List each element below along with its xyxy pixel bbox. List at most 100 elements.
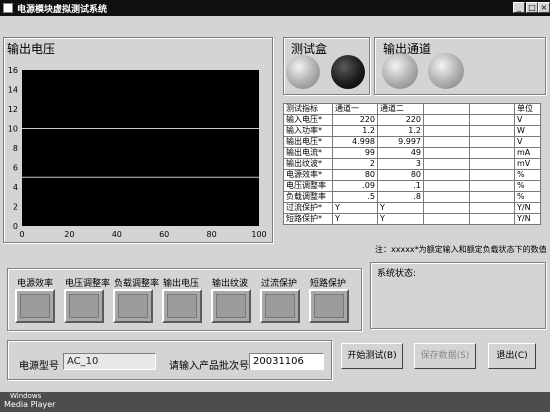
- table-cell: [469, 158, 515, 170]
- table-cell: Y: [332, 202, 378, 214]
- table-row: 输出电流* 99 49 mA: [283, 147, 541, 159]
- table-cell: Y/N: [514, 202, 541, 214]
- output-channel-led-1: [382, 53, 418, 89]
- table-cell: 电源效率*: [283, 169, 333, 181]
- status-indicator-efficiency: [15, 289, 55, 323]
- table-cell: mA: [514, 147, 541, 159]
- start-test-button[interactable]: 开始测试(B): [341, 343, 403, 369]
- table-cell: [423, 180, 470, 192]
- batch-label: 请输入产品批次号: [169, 361, 249, 372]
- table-cell: 220: [377, 114, 424, 126]
- table-cell: V: [514, 114, 541, 126]
- app-window: 电源模块虚拟测试系统 _ □ × 输出电压 0 2 4 6 8 10 12 14 16 0 20 40…: [0, 0, 550, 392]
- table-cell: [469, 202, 515, 214]
- x-tick-label: 80: [207, 230, 217, 239]
- table-row: 过流保护* Y Y Y/N: [283, 202, 541, 214]
- header-col-4: [423, 103, 470, 115]
- table-cell: %: [514, 180, 541, 192]
- table-row: 输入电压* 220 220 V: [283, 114, 541, 126]
- table-cell: 1.2: [377, 125, 424, 137]
- table-cell: 99: [332, 147, 378, 159]
- table-header-row: 测试指标 通道一 通道二 单位: [283, 103, 541, 115]
- table-row: 电压调整率 .09.1%: [283, 180, 541, 192]
- y-tick-label: 4: [13, 183, 18, 192]
- y-tick-label: 2: [13, 203, 18, 212]
- table-cell: [469, 114, 515, 126]
- exit-button[interactable]: 退出(C): [488, 343, 536, 369]
- status-indicator-load-regulation: [113, 289, 153, 323]
- header-channel-2: 通道二: [377, 103, 424, 115]
- table-cell: [423, 158, 470, 170]
- table-cell: [469, 191, 515, 203]
- status-indicator-overcurrent: [260, 289, 300, 323]
- window-title: 电源模块虚拟测试系统: [17, 5, 108, 15]
- test-box-led-2: [331, 55, 365, 89]
- x-tick-label: 20: [64, 230, 74, 239]
- table-cell: .8: [377, 191, 424, 203]
- table-cell: [423, 213, 470, 225]
- table-row: 输入功率* 1.2 1.2 W: [283, 125, 541, 137]
- close-button[interactable]: ×: [538, 2, 550, 13]
- output-voltage-title: 输出电压: [7, 42, 56, 56]
- table-cell: 2: [332, 158, 378, 170]
- table-cell: [423, 169, 470, 181]
- status-indicator-short-circuit: [309, 289, 349, 323]
- y-tick-label: 16: [8, 66, 18, 75]
- table-cell: [423, 114, 470, 126]
- taskbar-line-2[interactable]: Media Player: [4, 400, 55, 410]
- table-cell: [423, 147, 470, 159]
- table-cell: 4.998: [332, 136, 378, 148]
- y-tick-label: 0: [13, 222, 18, 231]
- status-label-overcurrent: 过流保护: [261, 279, 298, 289]
- table-row: 短路保护* Y Y Y/N: [283, 213, 541, 225]
- table-cell: [469, 180, 515, 192]
- note-text: 注：xxxxx*为额定输入和额定负载状态下的数值: [375, 245, 547, 254]
- maximize-button[interactable]: □: [526, 2, 538, 13]
- table-cell: V: [514, 136, 541, 148]
- table-cell: [469, 147, 515, 159]
- table-cell: 过流保护*: [283, 202, 333, 214]
- table-cell: [423, 136, 470, 148]
- table-cell: [469, 125, 515, 137]
- output-voltage-chart: 0 2 4 6 8 10 12 14 16 0 20 40 60 80 100: [8, 66, 267, 239]
- test-box-led-1: [286, 55, 320, 89]
- table-cell: Y: [377, 213, 424, 225]
- status-label-short-circuit: 短路保护: [310, 279, 347, 289]
- table-cell: 输出纹波*: [283, 158, 333, 170]
- table-cell: Y: [377, 202, 424, 214]
- plot-area: [22, 70, 259, 226]
- header-channel-1: 通道一: [332, 103, 378, 115]
- table-cell: 输入电压*: [283, 114, 333, 126]
- status-label-load-regulation: 负载调整率: [114, 279, 160, 289]
- y-tick-label: 14: [8, 86, 18, 95]
- app-icon: [3, 3, 13, 13]
- table-cell: %: [514, 191, 541, 203]
- x-tick-label: 60: [159, 230, 169, 239]
- save-data-button[interactable]: 保存数据(S): [414, 343, 476, 369]
- table-cell: Y: [332, 213, 378, 225]
- table-row: 电源效率* 80 80%: [283, 169, 541, 181]
- x-tick-label: 100: [251, 230, 266, 239]
- test-box-title: 测试盒: [291, 42, 328, 56]
- table-cell: 输出电流*: [283, 147, 333, 159]
- table-cell: 80: [332, 169, 378, 181]
- table-row: 负载调整率 .5.8%: [283, 191, 541, 203]
- table-cell: [469, 213, 515, 225]
- table-row: 输出电压* 4.998 9.997 V: [283, 136, 541, 148]
- table-cell: 9.997: [377, 136, 424, 148]
- header-indicator: 测试指标: [283, 103, 333, 115]
- status-indicator-output-ripple: [211, 289, 251, 323]
- y-tick-label: 12: [8, 105, 18, 114]
- status-label-output-ripple: 输出纹波: [212, 279, 249, 289]
- table-cell: [469, 169, 515, 181]
- table-cell: [423, 202, 470, 214]
- table-row: 输出纹波* 2 3 mV: [283, 158, 541, 170]
- table-cell: 220: [332, 114, 378, 126]
- minimize-button[interactable]: _: [513, 2, 525, 13]
- table-cell: [423, 191, 470, 203]
- table-cell: W: [514, 125, 541, 137]
- output-channel-led-2: [428, 53, 464, 89]
- batch-number-input[interactable]: 20031106: [249, 353, 324, 370]
- table-cell: .1: [377, 180, 424, 192]
- table-cell: 49: [377, 147, 424, 159]
